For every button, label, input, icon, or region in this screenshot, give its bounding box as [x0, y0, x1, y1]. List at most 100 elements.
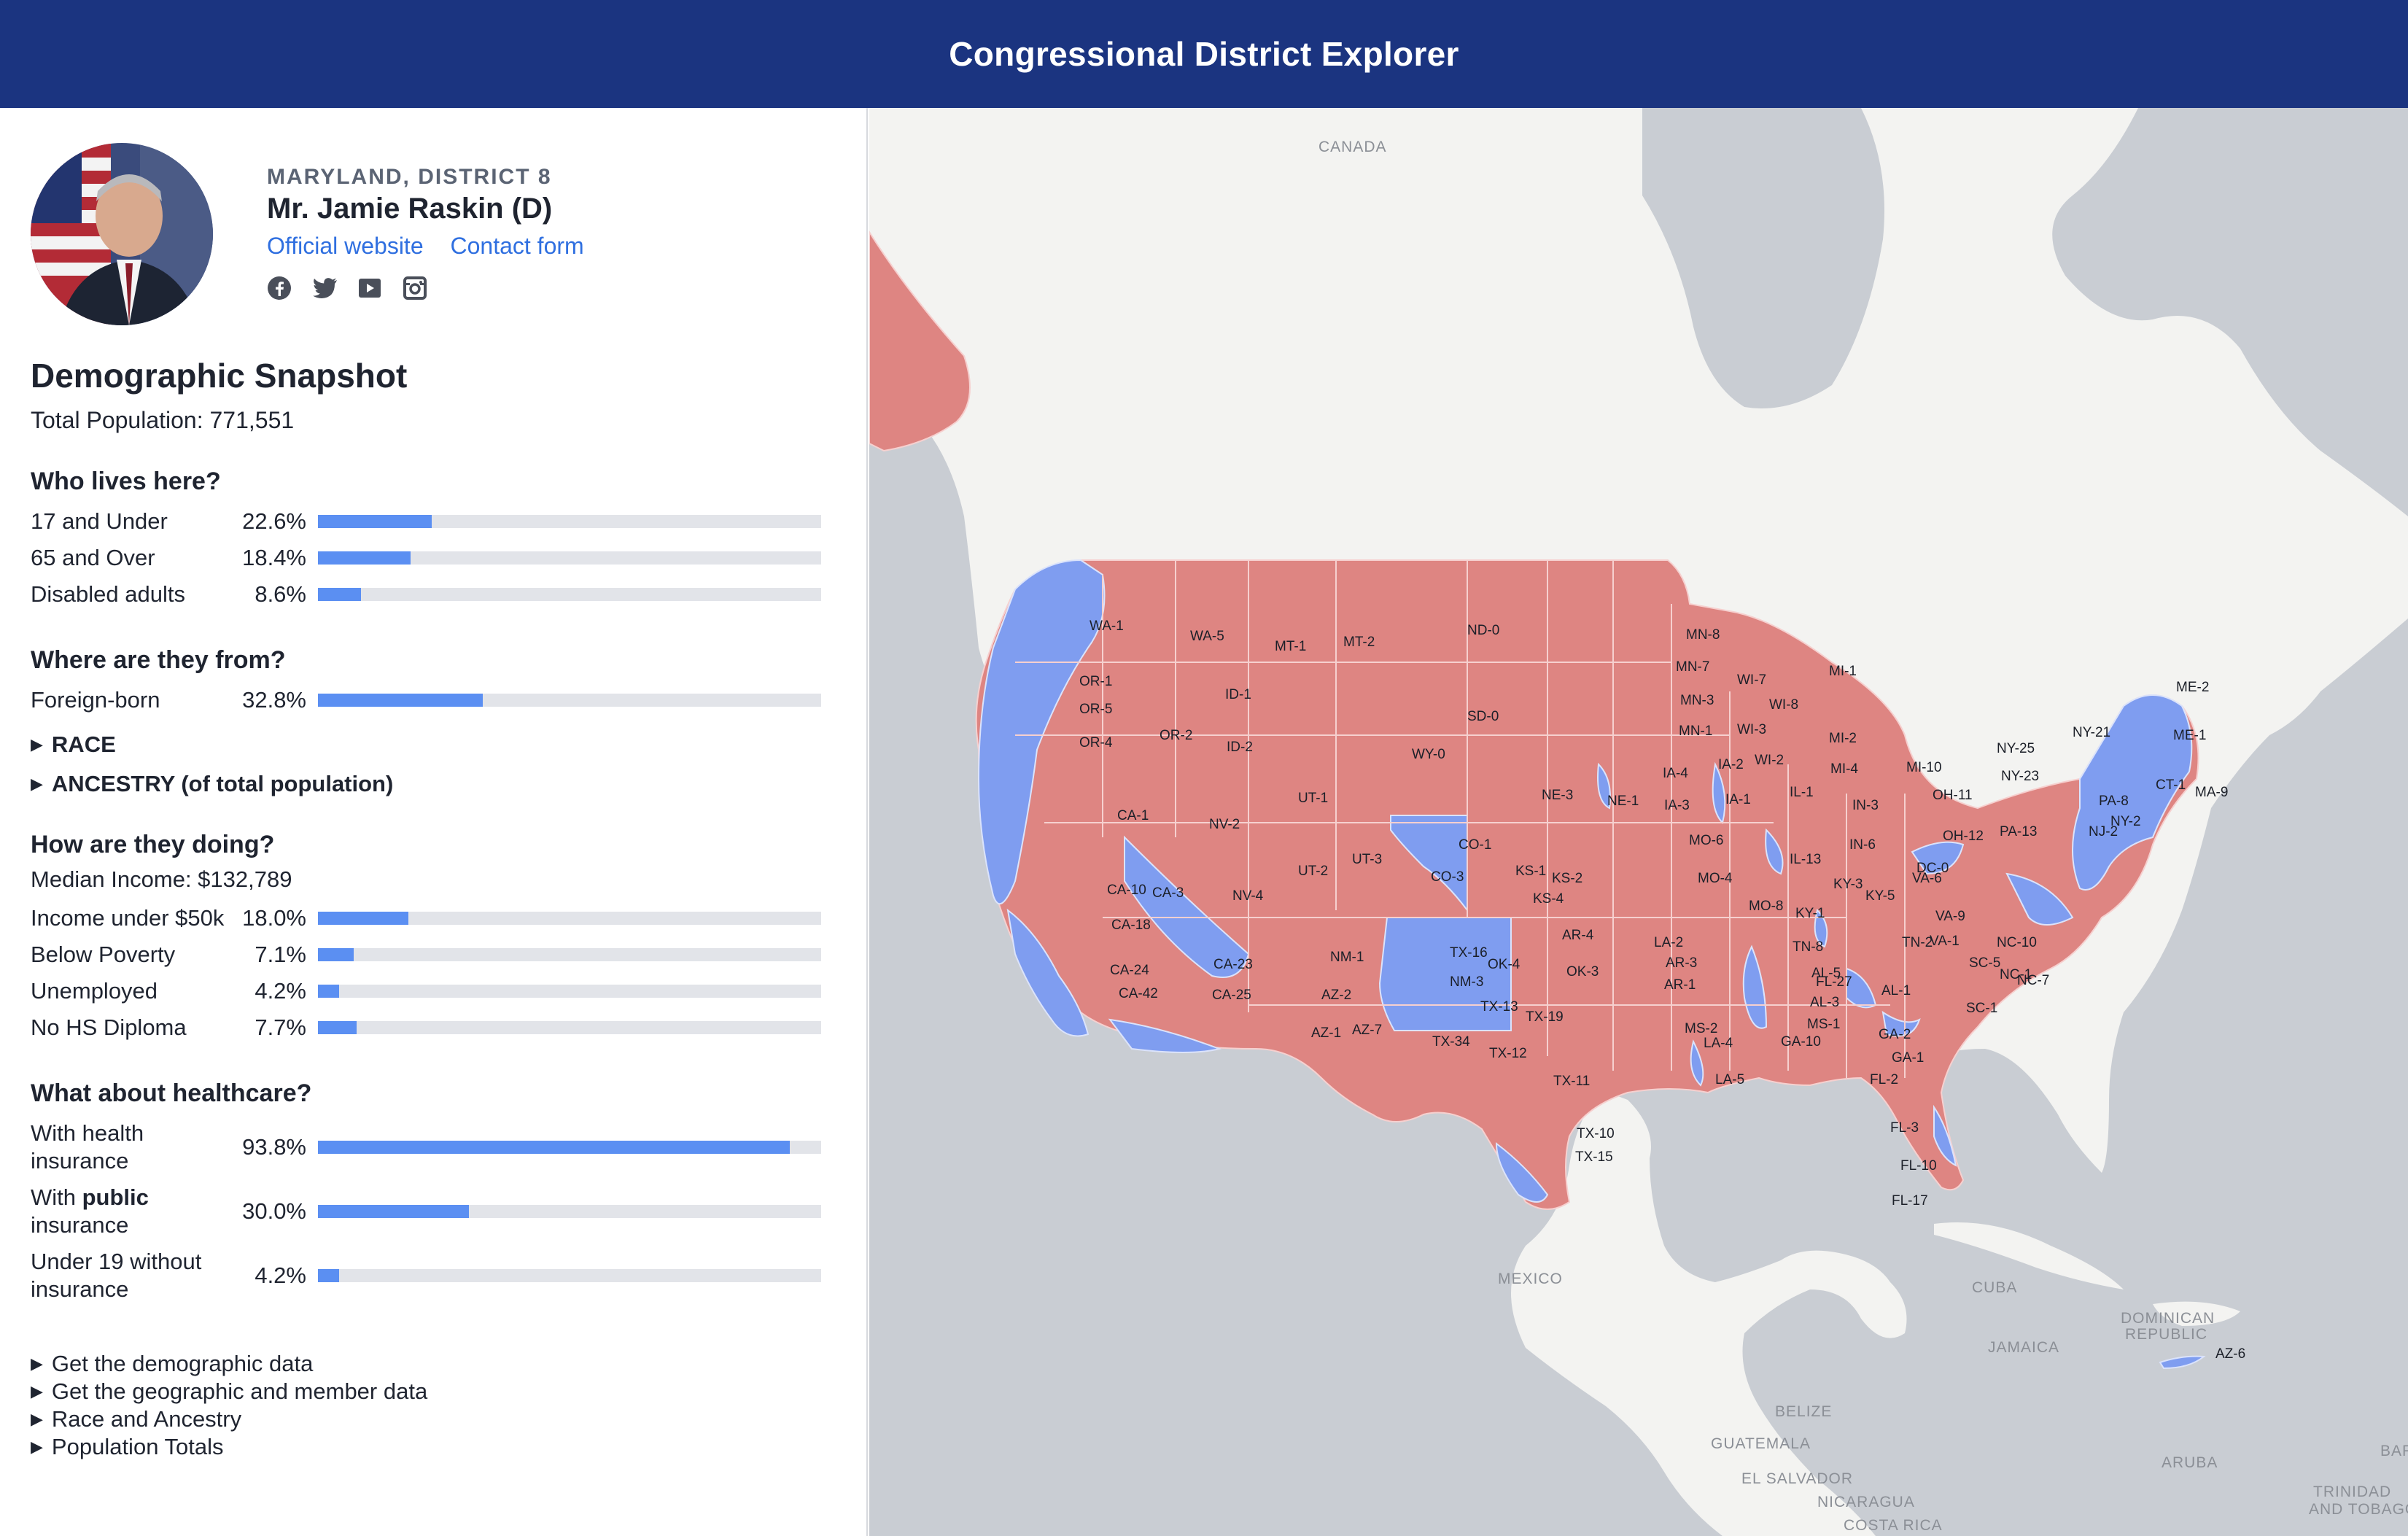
district-label: FL-17 [1892, 1193, 1928, 1209]
stat-label-pre: With [31, 1184, 82, 1210]
district-label: NC-7 [2017, 973, 2049, 988]
triangle-right-icon: ▶ [31, 1354, 43, 1373]
district-label: FL-2 [1870, 1072, 1898, 1087]
district-label: OH-11 [1933, 788, 1973, 803]
district-label: MT-1 [1275, 639, 1306, 654]
footer-link-label: Population Totals [51, 1434, 224, 1459]
place-label: TRINIDAD [2313, 1483, 2391, 1500]
triangle-right-icon: ▶ [31, 1438, 43, 1456]
member-name: Mr. Jamie Raskin (D) [267, 193, 553, 225]
district-label: GA-1 [1892, 1050, 1924, 1066]
race-disclosure[interactable]: ▶ RACE [31, 732, 866, 758]
district-label: OR-2 [1160, 728, 1192, 743]
district-label: KS-4 [1533, 891, 1564, 907]
geographic-data-link[interactable]: ▶ Get the geographic and member data [31, 1378, 866, 1405]
instagram-icon[interactable] [403, 276, 427, 300]
district-label: OH-12 [1943, 829, 1984, 844]
stat-row: With health insurance 93.8% [31, 1115, 866, 1179]
official-website-link[interactable]: Official website [267, 233, 424, 259]
member-avatar [31, 143, 213, 325]
cuba-land [1934, 1222, 2124, 1289]
district-label: MO-8 [1749, 899, 1784, 914]
sidebar-panel: MARYLAND, DISTRICT 8 Mr. Jamie Raskin (D… [0, 108, 868, 1536]
district-map[interactable]: CANADA MEXICO CUBA BELIZE GUATEMALA EL S… [869, 108, 2408, 1536]
district-label: MA-9 [2195, 785, 2228, 800]
contact-form-link[interactable]: Contact form [451, 233, 584, 259]
twitter-icon[interactable] [312, 276, 337, 300]
stat-bar [318, 985, 821, 998]
district-label: AL-1 [1881, 983, 1911, 998]
district-label: TX-15 [1575, 1149, 1613, 1165]
where-title: Where are they from? [31, 646, 286, 674]
stat-label: Disabled adults [31, 581, 185, 607]
stat-bar-fill [318, 1205, 469, 1218]
district-label: AL-3 [1810, 995, 1839, 1010]
facebook-icon[interactable] [267, 276, 292, 300]
stat-label: Foreign-born [31, 687, 160, 713]
stat-label: Income under $50k [31, 905, 225, 931]
district-region[interactable] [2159, 1355, 2206, 1370]
stat-value: 4.2% [255, 1262, 306, 1288]
social-links [267, 276, 605, 300]
district-label: WY-0 [1412, 747, 1445, 762]
stat-bar [318, 1021, 821, 1034]
district-label: TN-8 [1793, 939, 1823, 955]
district-label: NM-3 [1450, 974, 1483, 990]
population-totals-link[interactable]: ▶ Population Totals [31, 1433, 866, 1461]
demographic-data-link[interactable]: ▶ Get the demographic data [31, 1350, 866, 1378]
district-label: WI-8 [1769, 697, 1798, 713]
stat-bar-fill [318, 1269, 339, 1282]
stat-row: Foreign-born 32.8% [31, 682, 866, 718]
district-label: IL-1 [1790, 785, 1814, 800]
district-label: LA-2 [1654, 935, 1683, 950]
district-label: TX-13 [1480, 999, 1518, 1015]
district-label: TX-10 [1577, 1126, 1615, 1141]
ancestry-disclosure[interactable]: ▶ ANCESTRY (of total population) [31, 771, 866, 797]
district-label: MS-1 [1807, 1017, 1840, 1032]
youtube-icon[interactable] [357, 276, 382, 300]
triangle-right-icon: ▶ [31, 735, 43, 753]
stat-label-bold: public [82, 1184, 149, 1210]
district-label: AZ-1 [1311, 1025, 1341, 1041]
district-label: KY-5 [1865, 888, 1895, 904]
footer-link-label: Race and Ancestry [51, 1406, 242, 1432]
place-label: NICARAGUA [1817, 1494, 1915, 1510]
district-label: AR-3 [1666, 955, 1697, 971]
district-label: IN-6 [1849, 837, 1876, 853]
stat-row: Income under $50k 18.0% [31, 900, 866, 936]
median-income: Median Income: $132,789 [31, 866, 292, 892]
district-label: MN-1 [1679, 724, 1712, 739]
district-label: NY-25 [1997, 741, 2035, 756]
district-label: FL-27 [1816, 974, 1852, 990]
place-label: REPUBLIC [2125, 1326, 2207, 1343]
district-label: AZ-6 [2215, 1346, 2245, 1362]
stat-label-post: insurance [31, 1212, 129, 1238]
stat-bar [318, 1141, 821, 1154]
triangle-right-icon: ▶ [31, 775, 43, 793]
district-label: IA-4 [1663, 766, 1688, 781]
stat-value: 18.4% [242, 545, 306, 570]
district-label: CA-25 [1212, 988, 1251, 1003]
stat-label: 65 and Over [31, 545, 155, 570]
district-label: TX-16 [1450, 945, 1488, 961]
district-label: FL-10 [1900, 1158, 1937, 1174]
health-title: What about healthcare? [31, 1079, 312, 1107]
district-label: CO-1 [1459, 837, 1491, 853]
district-label: CA-42 [1119, 986, 1158, 1001]
district-label: MN-8 [1686, 627, 1720, 643]
district-label: NY-21 [2073, 725, 2110, 740]
place-label: EL SALVADOR [1741, 1470, 1853, 1487]
race-ancestry-link[interactable]: ▶ Race and Ancestry [31, 1405, 866, 1433]
stat-value: 22.6% [242, 508, 306, 534]
district-label: OR-4 [1079, 735, 1113, 750]
map-canvas[interactable]: CANADA MEXICO CUBA BELIZE GUATEMALA EL S… [869, 108, 2408, 1536]
district-label: PA-13 [2000, 824, 2037, 839]
stat-value: 8.6% [255, 581, 306, 607]
stat-bar-fill [318, 588, 362, 601]
place-label: ARUBA [2162, 1454, 2218, 1471]
stat-bar [318, 1205, 821, 1218]
place-label: COSTA RICA [1844, 1517, 1943, 1534]
district-label: TX-19 [1526, 1009, 1564, 1025]
district-label: SC-5 [1969, 955, 2000, 971]
district-label: VA-1 [1930, 934, 1960, 949]
